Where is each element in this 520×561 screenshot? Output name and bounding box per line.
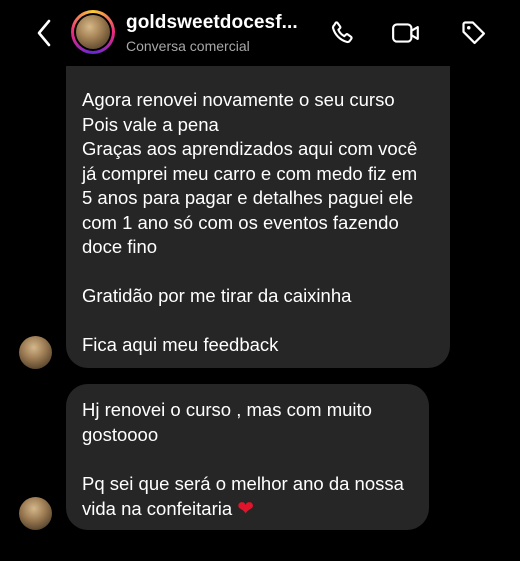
tag-icon <box>462 21 486 45</box>
message-text-line: doce fino <box>82 236 158 257</box>
contact-avatar[interactable] <box>71 10 115 54</box>
message-text-segment: vida na confeitaria <box>82 498 233 519</box>
back-button[interactable] <box>30 16 58 50</box>
contact-subtitle: Conversa comercial <box>126 38 250 54</box>
video-camera-icon <box>392 23 419 43</box>
chat-screen: Agora renovei novamente o seu curso Pois… <box>0 0 520 561</box>
chat-header: goldsweetdocesf... Conversa comercial <box>0 0 520 66</box>
message-text-line: Fica aqui meu feedback <box>82 334 279 355</box>
message-text-line: já comprei meu carro e com medo fiz em <box>82 162 418 184</box>
heart-emoji-icon: ❤ <box>237 496 255 520</box>
message-text-line: com 1 ano só com os eventos fazendo <box>82 211 399 233</box>
sender-avatar[interactable] <box>19 336 52 369</box>
call-button[interactable] <box>327 18 357 48</box>
message-bubble[interactable]: Hj renovei o curso , mas com muito gosto… <box>66 384 429 530</box>
message-text-line: Graças aos aprendizados aqui com você <box>82 138 418 159</box>
message-text-line: Agora renovei novamente o seu curso <box>82 89 395 110</box>
message-text-line: 5 anos para pagar e detalhes paguei ele <box>82 187 414 208</box>
phone-icon <box>331 21 353 44</box>
sender-avatar[interactable] <box>19 497 52 530</box>
message-text-line: Pois vale a pena <box>82 113 219 135</box>
contact-name[interactable]: goldsweetdocesf... <box>126 12 298 34</box>
message-text-line: gostoooo <box>82 423 159 445</box>
chevron-left-icon <box>37 19 51 47</box>
message-text-line: Gratidão por me tirar da caixinha <box>82 285 352 306</box>
message-text-line: Pq sei que será o melhor ano da nossa <box>82 472 404 494</box>
video-call-button[interactable] <box>391 18 421 48</box>
message-text-line: vida na confeitaria ❤ <box>82 496 413 522</box>
message-text-line: Hj renovei o curso , mas com muito <box>82 399 372 420</box>
tag-button[interactable] <box>459 18 489 48</box>
message-bubble[interactable]: Agora renovei novamente o seu curso Pois… <box>66 46 450 368</box>
